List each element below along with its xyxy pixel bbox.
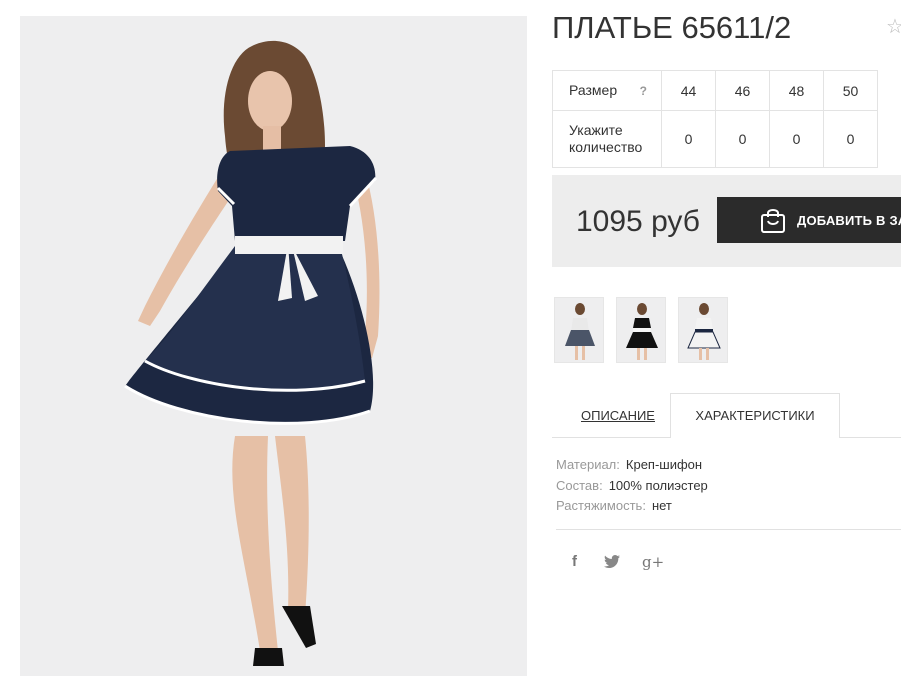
size-quantity-table: Размер ? 44 46 48 50 Укажите количество …: [552, 70, 878, 168]
help-icon[interactable]: ?: [640, 83, 647, 100]
quantity-input[interactable]: 0: [823, 110, 878, 168]
facebook-icon[interactable]: f: [572, 553, 577, 570]
product-tabs: ОПИСАНИЕ ХАРАКТЕРИСТИКИ: [552, 393, 901, 438]
add-to-cart-label: ДОБАВИТЬ В ЗАК: [797, 213, 901, 228]
twitter-icon[interactable]: [604, 555, 620, 572]
spec-row: Материал: Креп-шифон: [556, 455, 708, 476]
spec-value: 100% полиэстер: [608, 477, 708, 493]
quantity-label-cell: Укажите количество: [552, 110, 662, 168]
quantity-input[interactable]: 0: [769, 110, 824, 168]
quantity-input[interactable]: 0: [661, 110, 716, 168]
star-outline-icon[interactable]: ☆: [886, 14, 901, 39]
size-option: 48: [769, 70, 824, 111]
tab-characteristics[interactable]: ХАРАКТЕРИСТИКИ: [670, 393, 840, 438]
divider: [556, 529, 901, 530]
google-plus-icon[interactable]: g+: [642, 553, 664, 571]
thumbnail-2[interactable]: [616, 297, 666, 363]
quantity-input[interactable]: 0: [715, 110, 770, 168]
product-main-photo[interactable]: [20, 16, 527, 676]
spec-value: Креп-шифон: [625, 457, 703, 472]
add-to-cart-button[interactable]: ДОБАВИТЬ В ЗАК: [717, 197, 901, 243]
product-title: ПЛАТЬЕ 65611/2: [552, 10, 792, 45]
spec-row: Растяжимость: нет: [556, 496, 708, 517]
size-option: 46: [715, 70, 770, 111]
spec-key: Растяжимость:: [556, 498, 646, 513]
size-label-cell: Размер ?: [552, 70, 662, 111]
tab-description[interactable]: ОПИСАНИЕ: [581, 408, 655, 423]
product-price: 1095 руб: [576, 205, 700, 238]
spec-row: Состав: 100% полиэстер: [556, 476, 708, 497]
quantity-label-line2: количество: [569, 139, 643, 155]
thumbnail-3[interactable]: [678, 297, 728, 363]
specs-list: Материал: Креп-шифон Состав: 100% полиэсте…: [556, 455, 708, 517]
buy-box: 1095 руб ДОБАВИТЬ В ЗАК: [552, 175, 901, 267]
shopping-bag-icon: [761, 209, 785, 233]
spec-key: Материал:: [556, 457, 620, 472]
quantity-label-line1: Укажите: [569, 122, 623, 138]
thumbnail-1[interactable]: [554, 297, 604, 363]
thumbnail-3-image: [687, 303, 721, 360]
spec-key: Состав:: [556, 477, 603, 493]
thumbnail-1-image: [565, 303, 595, 360]
thumbnail-2-image: [626, 303, 658, 360]
size-option: 44: [661, 70, 716, 111]
size-label: Размер: [569, 82, 618, 98]
size-option: 50: [823, 70, 878, 111]
model-in-dress-illustration: [124, 40, 380, 666]
spec-value: нет: [651, 498, 672, 513]
